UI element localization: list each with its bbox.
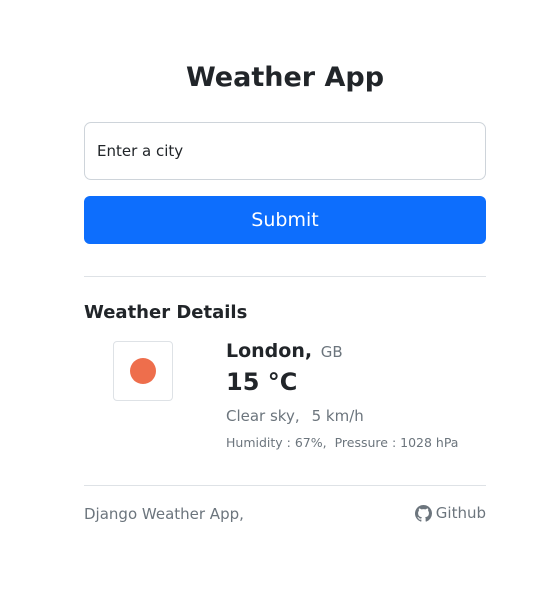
humidity: Humidity : 67%, xyxy=(226,435,327,450)
meta-line: Humidity : 67%, Pressure : 1028 hPa xyxy=(226,435,458,450)
temperature: 15 °C xyxy=(226,368,298,396)
page-title: Weather App xyxy=(185,62,385,93)
city-name: London, xyxy=(226,340,313,362)
city-line: London, GB xyxy=(226,340,458,362)
description-line: Clear sky, 5 km/h xyxy=(226,407,458,425)
weather-description: Clear sky, xyxy=(226,407,300,425)
country-code: GB xyxy=(320,343,343,361)
divider xyxy=(84,276,486,277)
submit-button[interactable]: Submit xyxy=(84,196,486,244)
sun-icon xyxy=(130,358,156,384)
github-link-label: Github xyxy=(435,504,486,522)
city-input[interactable] xyxy=(84,122,486,180)
weather-details: London, GB 15 °C Clear sky, 5 km/h Humidi… xyxy=(226,340,458,450)
github-link[interactable]: Github xyxy=(414,504,486,522)
footer-divider xyxy=(84,485,486,486)
pressure: Pressure : 1028 hPa xyxy=(334,435,459,450)
weather-icon-box xyxy=(113,341,173,401)
footer-app-name: Django Weather App, xyxy=(84,505,244,523)
weather-details-title: Weather Details xyxy=(84,302,248,323)
github-icon xyxy=(414,504,432,522)
wind-speed: 5 km/h xyxy=(311,407,364,425)
